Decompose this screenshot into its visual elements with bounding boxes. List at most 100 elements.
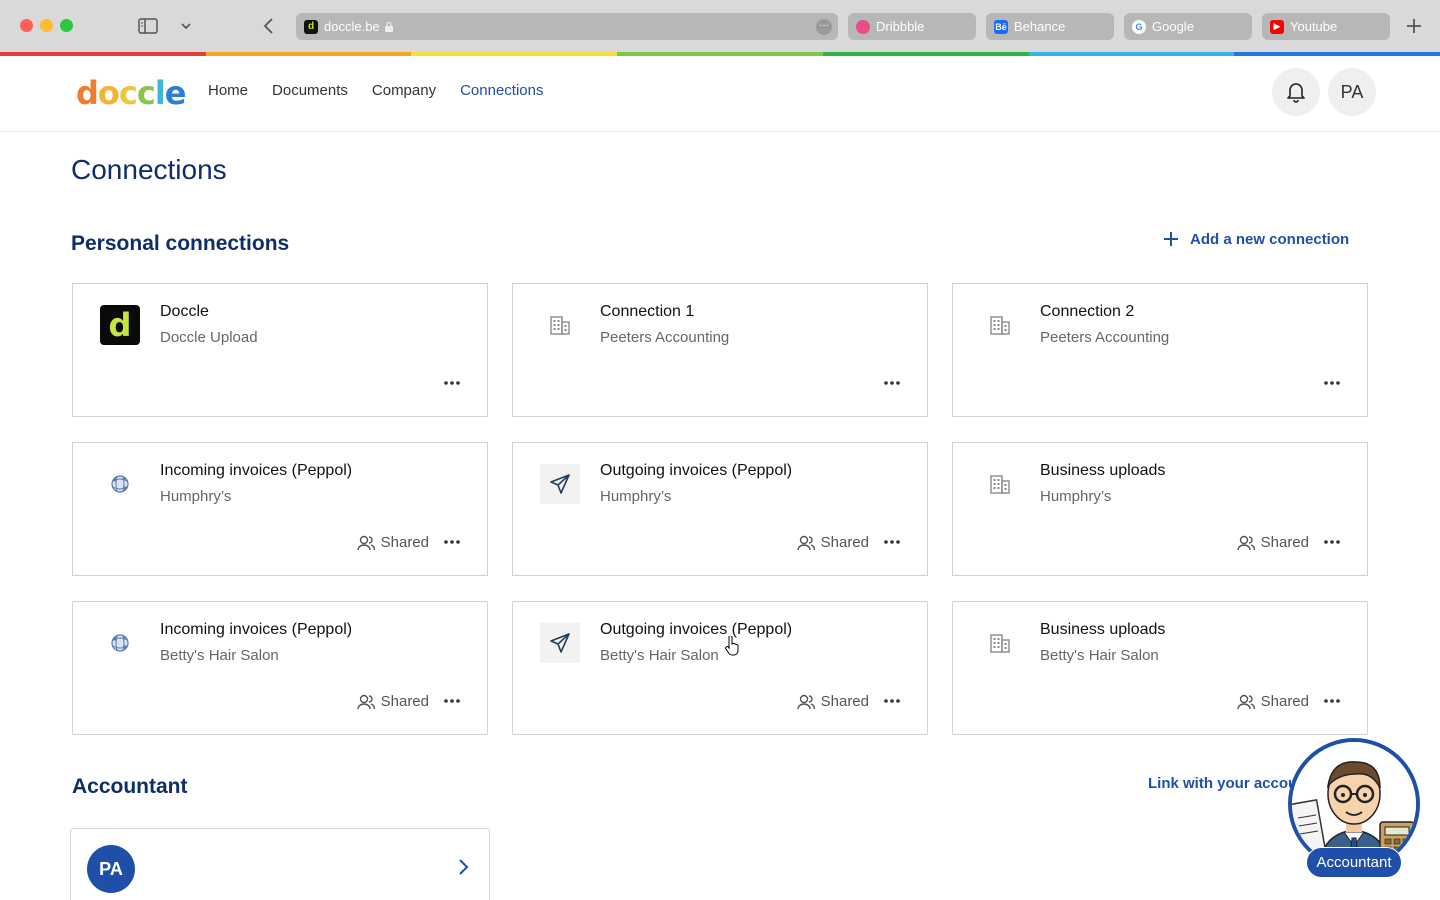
accountant-avatar: PA: [87, 845, 135, 893]
connection-subtitle: Betty's Hair Salon: [1040, 647, 1159, 664]
shared-indicator: Shared: [796, 693, 869, 710]
user-avatar-button[interactable]: PA: [1328, 68, 1376, 116]
doccle-logo-icon: d: [100, 305, 140, 345]
more-options-icon[interactable]: [1323, 692, 1341, 710]
connection-card[interactable]: Outgoing invoices (Peppol) Humphry’s Share…: [512, 442, 928, 576]
tab-label: Google: [1152, 19, 1194, 34]
link-accountant-button[interactable]: Link with your accountant: [1138, 774, 1298, 792]
notifications-button[interactable]: [1272, 68, 1320, 116]
chevron-down-icon[interactable]: [176, 14, 196, 38]
connection-card[interactable]: Connection 1 Peeters Accounting: [512, 283, 928, 417]
shared-label: Shared: [380, 534, 429, 551]
shared-users-icon: [796, 694, 815, 710]
shared-label: Shared: [380, 693, 429, 710]
peppol-icon: [100, 623, 140, 663]
connection-card[interactable]: Business uploads Humphry’s Shared: [952, 442, 1368, 576]
shared-label: Shared: [1260, 693, 1309, 710]
connection-subtitle: Doccle Upload: [160, 329, 258, 346]
building-icon: [980, 464, 1020, 504]
building-icon: [980, 623, 1020, 663]
connection-subtitle: Peeters Accounting: [1040, 329, 1170, 346]
address-bar[interactable]: d doccle.be ···: [296, 13, 838, 40]
page-title: Connections: [71, 154, 227, 185]
connection-title: Business uploads: [1040, 621, 1166, 638]
tab-behance[interactable]: Bē Behance: [986, 13, 1114, 40]
peppol-icon: [100, 464, 140, 504]
close-window-button[interactable]: [20, 19, 33, 32]
nav-home[interactable]: Home: [208, 82, 248, 99]
app-header: doccle Home Documents Company Connection…: [0, 56, 1440, 132]
behance-icon: Bē: [994, 19, 1008, 34]
connection-card[interactable]: Outgoing invoices (Peppol) Betty's Hair S…: [512, 601, 928, 735]
doccle-favicon-icon: d: [304, 19, 318, 34]
browser-chrome: d doccle.be ··· Dribbble Bē Behance G Go…: [0, 0, 1440, 52]
tab-youtube[interactable]: ▶ Youtube: [1262, 13, 1390, 40]
accountant-card[interactable]: PA: [70, 828, 490, 900]
doccle-logo[interactable]: doccle: [76, 74, 186, 112]
connection-title: Doccle: [160, 303, 209, 320]
connection-subtitle: Peeters Accounting: [600, 329, 730, 346]
connection-title: Outgoing invoices (Peppol): [600, 462, 793, 479]
shared-indicator: Shared: [796, 534, 869, 551]
building-icon: [980, 305, 1020, 345]
connection-subtitle: Humphry’s: [600, 488, 672, 505]
send-icon: [540, 623, 580, 663]
connection-card[interactable]: Incoming invoices (Peppol) Betty's Hair S…: [72, 601, 488, 735]
more-options-icon[interactable]: [883, 374, 901, 392]
more-options-icon[interactable]: [1323, 374, 1341, 392]
url-text: doccle.be: [324, 19, 380, 34]
minimize-window-button[interactable]: [40, 19, 53, 32]
connection-title: Connection 2: [1040, 303, 1135, 320]
connection-subtitle: Betty's Hair Salon: [600, 647, 719, 664]
personal-connections-heading: Personal connections: [71, 232, 290, 255]
nav-company[interactable]: Company: [372, 82, 436, 99]
nav-documents[interactable]: Documents: [272, 82, 348, 99]
link-accountant-label: Link with your accountant: [1148, 774, 1298, 792]
sidebar-toggle-icon[interactable]: [136, 14, 160, 38]
accountant-mascot-label: Accountant: [1306, 847, 1402, 878]
more-options-icon[interactable]: [883, 692, 901, 710]
bell-icon: [1287, 83, 1305, 103]
connection-card[interactable]: Business uploads Betty's Hair Salon Shared: [952, 601, 1368, 735]
nav-connections[interactable]: Connections: [460, 82, 543, 99]
add-new-connection-button[interactable]: Add a new connection: [1162, 230, 1349, 248]
tab-dribbble[interactable]: Dribbble: [848, 13, 976, 40]
more-options-icon[interactable]: [443, 374, 461, 392]
google-icon: G: [1132, 19, 1146, 34]
connection-title: Business uploads: [1040, 462, 1166, 479]
send-icon: [540, 464, 580, 504]
shared-indicator: Shared: [356, 693, 429, 710]
plus-icon: [1164, 232, 1178, 246]
tab-label: Behance: [1014, 19, 1066, 34]
shared-indicator: Shared: [1236, 693, 1309, 710]
shared-users-icon: [1236, 535, 1255, 551]
building-icon: [540, 305, 580, 345]
connection-title: Connection 1: [600, 303, 695, 320]
tab-google[interactable]: G Google: [1124, 13, 1252, 40]
main-nav: Home Documents Company Connections: [208, 82, 543, 99]
connection-card[interactable]: d Doccle Doccle Upload: [72, 283, 488, 417]
connection-subtitle: Betty's Hair Salon: [160, 647, 279, 664]
more-options-icon[interactable]: [443, 533, 461, 551]
shared-indicator: Shared: [1236, 534, 1309, 551]
connection-title: Incoming invoices (Peppol): [160, 462, 353, 479]
new-tab-plus-icon[interactable]: [1402, 14, 1426, 38]
connection-title: Incoming invoices (Peppol): [160, 621, 353, 638]
connection-card[interactable]: Connection 2 Peeters Accounting: [952, 283, 1368, 417]
connection-subtitle: Humphry’s: [1040, 488, 1112, 505]
more-options-icon[interactable]: [1323, 533, 1341, 551]
youtube-icon: ▶: [1270, 19, 1284, 34]
shared-users-icon: [356, 535, 375, 551]
connection-title: Outgoing invoices (Peppol): [600, 621, 793, 638]
more-options-icon[interactable]: [443, 692, 461, 710]
tab-label: Youtube: [1290, 19, 1338, 34]
zoom-window-button[interactable]: [60, 19, 73, 32]
more-icon[interactable]: ···: [816, 19, 832, 35]
connection-card[interactable]: Incoming invoices (Peppol) Humphry’s Share…: [72, 442, 488, 576]
dribbble-icon: [856, 19, 870, 34]
back-arrow-icon[interactable]: [256, 14, 280, 38]
shared-label: Shared: [1260, 534, 1309, 551]
more-options-icon[interactable]: [883, 533, 901, 551]
shared-indicator: Shared: [356, 534, 429, 551]
shared-label: Shared: [820, 693, 869, 710]
